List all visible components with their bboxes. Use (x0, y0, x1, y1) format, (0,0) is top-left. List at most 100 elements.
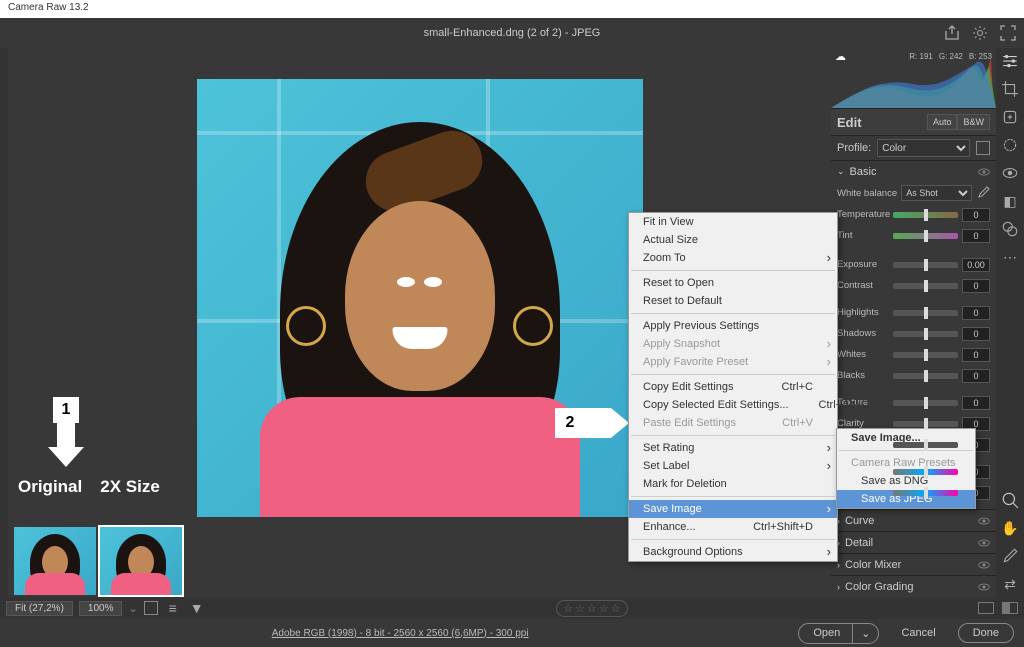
tool-strip: ◧ ⋯ ✋ ⇄ (996, 48, 1024, 597)
menu-set-rating[interactable]: Set Rating (629, 439, 837, 457)
eye-icon[interactable] (978, 561, 990, 569)
compare-view-icon[interactable] (1002, 602, 1018, 614)
main-image-preview[interactable] (197, 79, 643, 517)
label-original: Original (18, 477, 82, 497)
slider-exposure[interactable]: Exposure0.00 (831, 254, 996, 275)
menu-enhance[interactable]: Enhance...Ctrl+Shift+D (629, 518, 837, 536)
annotation-arrow-1: 1 (48, 397, 84, 467)
canvas-area[interactable]: 1 Original 2X Size 2 Fit in View Actual … (8, 48, 831, 597)
edit-header: Edit Auto B&W (831, 108, 996, 136)
menu-reset-to-default[interactable]: Reset to Default (629, 292, 837, 310)
section-basic[interactable]: ⌄ Basic (831, 160, 996, 182)
slider-highlights[interactable]: Highlights0 (831, 302, 996, 323)
sampler-tool-icon[interactable] (1001, 547, 1019, 565)
top-bar: small-Enhanced.dng (2 of 2) - JPEG (0, 18, 1024, 48)
filmstrip (8, 525, 188, 597)
edit-tool-icon[interactable] (1001, 52, 1019, 70)
redeye-tool-icon[interactable] (1001, 164, 1019, 182)
context-menu-main: Fit in View Actual Size Zoom To Reset to… (628, 212, 838, 562)
chevron-down-icon[interactable]: ⌄ (128, 602, 137, 615)
settings-gear-icon[interactable] (972, 25, 988, 41)
heal-tool-icon[interactable] (1001, 108, 1019, 126)
bw-button[interactable]: B&W (957, 114, 990, 130)
done-button[interactable]: Done (958, 623, 1014, 643)
label-2x: 2X Size (100, 477, 160, 497)
section-detail[interactable]: ›Detail (831, 531, 996, 553)
app-title: Camera Raw 13.2 (8, 2, 89, 13)
star-icon[interactable]: ☆ (563, 602, 573, 615)
rgb-readout: R: 191G: 242B: 253 (909, 52, 992, 61)
menu-apply-previous[interactable]: Apply Previous Settings (629, 317, 837, 335)
thumbnail-original[interactable] (14, 527, 96, 595)
slider-tint[interactable]: Tint0 (831, 225, 996, 246)
eyedropper-icon[interactable] (976, 186, 990, 200)
document-title: small-Enhanced.dng (2 of 2) - JPEG (424, 27, 601, 39)
edit-title: Edit (837, 115, 862, 130)
grid-view-icon[interactable] (144, 601, 158, 615)
white-balance-row: White balance As Shot (831, 182, 996, 204)
hand-tool-icon[interactable]: ✋ (1001, 519, 1019, 537)
menu-mark-deletion[interactable]: Mark for Deletion (629, 475, 837, 493)
menu-background-options[interactable]: Background Options (629, 543, 837, 561)
thumbnail-enhanced[interactable] (100, 527, 182, 595)
zoom-tool-icon[interactable] (1001, 491, 1019, 509)
profile-browser-icon[interactable] (976, 141, 990, 155)
star-icon[interactable]: ☆ (575, 602, 585, 615)
filter-icon[interactable]: ▼ (188, 599, 206, 617)
more-tool-icon[interactable]: ⋯ (1001, 248, 1019, 266)
eye-icon[interactable] (978, 517, 990, 525)
section-color-mixer[interactable]: ›Color Mixer (831, 553, 996, 575)
share-icon[interactable] (944, 25, 960, 41)
toggle-tool-icon[interactable]: ⇄ (1001, 575, 1019, 593)
submenu-save-as-dng[interactable]: Save as DNG (837, 472, 975, 490)
presets-tool-icon[interactable] (1001, 220, 1019, 238)
menu-set-label[interactable]: Set Label (629, 457, 837, 475)
menu-reset-to-open[interactable]: Reset to Open (629, 274, 837, 292)
auto-button[interactable]: Auto (927, 114, 958, 130)
menu-copy-edit[interactable]: Copy Edit SettingsCtrl+C (629, 378, 837, 396)
crop-tool-icon[interactable] (1001, 80, 1019, 98)
profile-select[interactable]: Color (877, 139, 970, 157)
white-balance-select[interactable]: As Shot (901, 185, 972, 201)
chevron-down-icon[interactable]: ⌄ (853, 624, 878, 643)
open-button[interactable]: Open⌄ (798, 623, 879, 644)
slider-shadows[interactable]: Shadows0 (831, 323, 996, 344)
cancel-button[interactable]: Cancel (887, 624, 949, 642)
slider-contrast[interactable]: Contrast0 (831, 275, 996, 296)
profile-row: Profile: Color (831, 136, 996, 160)
window-titlebar: Camera Raw 13.2 (0, 0, 1024, 18)
eye-icon[interactable] (978, 539, 990, 547)
section-curve[interactable]: ›Curve (831, 509, 996, 531)
cloud-icon: ☁ (835, 50, 846, 63)
star-icon[interactable]: ☆ (599, 602, 609, 615)
eye-icon[interactable] (978, 168, 990, 176)
slider-blacks[interactable]: Blacks0 (831, 365, 996, 386)
zoom-fit-display[interactable]: Fit (27,2%) (6, 601, 73, 616)
eye-icon[interactable] (978, 583, 990, 591)
menu-fit-in-view[interactable]: Fit in View (629, 213, 837, 231)
sort-icon[interactable]: ≡ (164, 599, 182, 617)
slider-temperature[interactable]: Temperature0 (831, 204, 996, 225)
histogram[interactable]: ☁ R: 191G: 242B: 253 (831, 48, 996, 108)
section-color-grading[interactable]: ›Color Grading (831, 575, 996, 597)
menu-paste-edit: Paste Edit SettingsCtrl+V (629, 414, 837, 432)
menu-actual-size[interactable]: Actual Size (629, 231, 837, 249)
footer-bar: Adobe RGB (1998) - 8 bit - 2560 x 2560 (… (0, 619, 1024, 647)
star-icon[interactable]: ☆ (611, 602, 621, 615)
menu-save-image[interactable]: Save Image (629, 500, 837, 518)
chevron-down-icon: ⌄ (837, 166, 845, 177)
star-icon[interactable]: ☆ (587, 602, 597, 615)
snapshots-tool-icon[interactable]: ◧ (1001, 192, 1019, 210)
left-edge (0, 48, 8, 597)
profile-label: Profile: (837, 142, 871, 154)
fullscreen-icon[interactable] (1000, 25, 1016, 41)
menu-zoom-to[interactable]: Zoom To (629, 249, 837, 267)
mask-tool-icon[interactable] (1001, 136, 1019, 154)
single-view-icon[interactable] (978, 602, 994, 614)
zoom-100-display[interactable]: 100% (79, 601, 123, 616)
slider-whites[interactable]: Whites0 (831, 344, 996, 365)
rating-stars[interactable]: ☆☆☆☆☆ (556, 600, 627, 617)
menu-copy-selected-edit[interactable]: Copy Selected Edit Settings...Ctrl+Alt+C (629, 396, 837, 414)
workflow-options-link[interactable]: Adobe RGB (1998) - 8 bit - 2560 x 2560 (… (272, 628, 529, 639)
annotation-arrow-2: 2 (555, 408, 629, 438)
